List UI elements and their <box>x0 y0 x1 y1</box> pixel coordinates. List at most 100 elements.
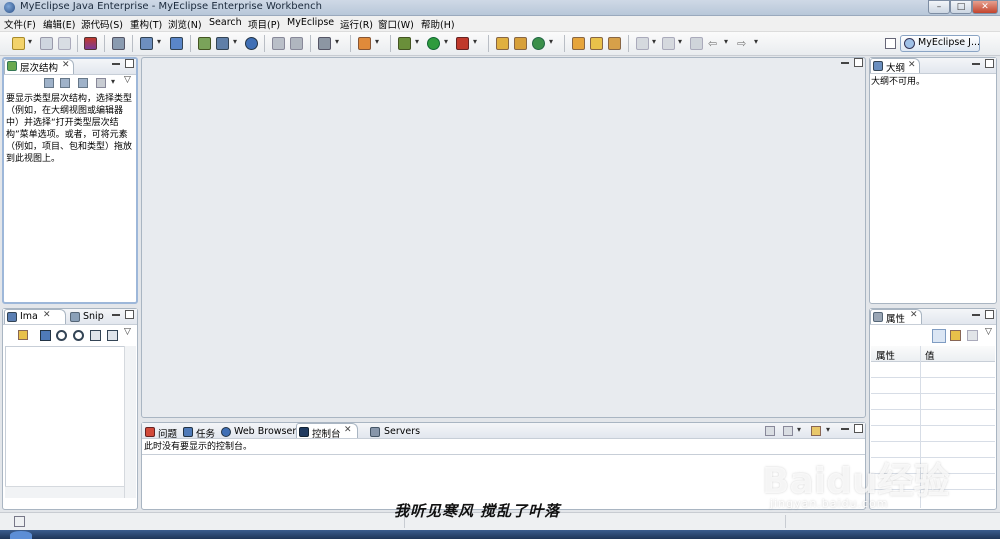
minimize-editor-icon[interactable] <box>841 62 849 64</box>
ant-icon[interactable] <box>358 37 371 50</box>
minimize-view-icon[interactable] <box>112 314 120 316</box>
maximize-view-icon[interactable] <box>985 59 994 68</box>
menu-search[interactable]: Search <box>209 17 242 28</box>
menu-edit[interactable]: 编辑(E) <box>43 17 75 31</box>
restore-default-icon[interactable] <box>967 330 978 341</box>
server-icon[interactable] <box>170 37 183 50</box>
menu-file[interactable]: 文件(F) <box>4 17 36 31</box>
print-icon[interactable] <box>112 37 125 50</box>
new-project-icon[interactable] <box>496 37 509 50</box>
new-class-icon[interactable] <box>532 37 545 50</box>
dropdown-icon[interactable]: ▾ <box>652 37 656 46</box>
close-icon[interactable]: ✕ <box>62 60 70 70</box>
view-menu-icon[interactable]: ▽ <box>124 75 131 85</box>
dropdown-icon[interactable]: ▾ <box>754 37 758 46</box>
deploy-icon[interactable] <box>198 37 211 50</box>
dropdown-icon[interactable]: ▾ <box>724 37 728 46</box>
maximize-view-icon[interactable] <box>854 424 863 433</box>
fast-view-icon[interactable] <box>14 516 25 527</box>
new-dropdown-icon[interactable]: ▾ <box>28 37 32 46</box>
menu-navigate[interactable]: 浏览(N) <box>168 17 202 31</box>
start-orb-icon[interactable] <box>10 531 32 539</box>
image-canvas[interactable] <box>5 346 136 498</box>
dropdown-icon[interactable]: ▾ <box>797 425 801 434</box>
new-icon[interactable] <box>12 37 25 50</box>
minimize-view-icon[interactable] <box>112 63 120 65</box>
minimize-view-icon[interactable] <box>972 314 980 316</box>
menu-myeclipse[interactable]: MyEclipse <box>287 17 334 28</box>
properties-column-value[interactable]: 值 <box>925 348 935 362</box>
search-folder-icon[interactable] <box>608 37 621 50</box>
maximize-view-icon[interactable] <box>125 59 134 68</box>
horizontal-scrollbar[interactable] <box>5 486 124 498</box>
history-icon[interactable] <box>96 78 106 88</box>
minimize-view-icon[interactable] <box>972 63 980 65</box>
open-type-icon[interactable] <box>272 37 285 50</box>
open-folder-icon[interactable] <box>572 37 585 50</box>
supertype-hierarchy-icon[interactable] <box>60 78 70 88</box>
dropdown-icon[interactable]: ▾ <box>549 37 553 46</box>
save-all-icon[interactable] <box>58 37 71 50</box>
editor-area[interactable] <box>141 57 866 418</box>
run-server-icon[interactable] <box>216 37 229 50</box>
zoom-in-icon[interactable] <box>73 330 84 341</box>
dropdown-icon[interactable]: ▾ <box>473 37 477 46</box>
annotation-icon[interactable] <box>636 37 649 50</box>
forward-arrow-icon[interactable]: ⇨ <box>737 37 746 50</box>
close-icon[interactable]: ✕ <box>43 310 51 320</box>
dropdown-icon[interactable]: ▾ <box>678 37 682 46</box>
close-icon[interactable]: ✕ <box>910 310 918 320</box>
maximize-view-icon[interactable] <box>985 310 994 319</box>
menu-window[interactable]: 窗口(W) <box>378 17 414 31</box>
dropdown-icon[interactable]: ▾ <box>111 77 115 86</box>
properties-column-property[interactable]: 属性 <box>876 348 895 362</box>
menu-project[interactable]: 项目(P) <box>248 17 280 31</box>
next-annotation-icon[interactable] <box>662 37 675 50</box>
dropdown-icon[interactable]: ▾ <box>375 37 379 46</box>
globe-icon[interactable] <box>245 37 258 50</box>
dropdown-icon[interactable]: ▾ <box>444 37 448 46</box>
menu-source[interactable]: 源代码(S) <box>81 17 123 31</box>
maximize-editor-icon[interactable] <box>854 58 863 67</box>
dropdown-icon[interactable]: ▾ <box>415 37 419 46</box>
categories-toggle-icon[interactable] <box>932 329 946 343</box>
pencil-icon[interactable] <box>590 37 603 50</box>
open-resource-icon[interactable] <box>290 37 303 50</box>
zoom-out-icon[interactable] <box>56 330 67 341</box>
image-open-icon[interactable] <box>40 330 51 341</box>
pin-console-icon[interactable] <box>765 426 775 436</box>
menu-help[interactable]: 帮助(H) <box>421 17 455 31</box>
actual-size-icon[interactable] <box>107 330 118 341</box>
close-icon[interactable]: ✕ <box>908 60 916 70</box>
tool-icon[interactable] <box>18 330 28 340</box>
debug-config-icon[interactable] <box>140 37 153 50</box>
dropdown-icon[interactable]: ▾ <box>335 37 339 46</box>
maximize-button[interactable]: □ <box>950 0 972 14</box>
vertical-scrollbar[interactable] <box>124 346 136 498</box>
dropdown-icon[interactable]: ▾ <box>826 425 830 434</box>
display-console-icon[interactable] <box>783 426 793 436</box>
menu-refactor[interactable]: 重构(T) <box>130 17 162 31</box>
debug-icon[interactable] <box>398 37 411 50</box>
last-edit-icon[interactable] <box>690 37 703 50</box>
package-icon[interactable] <box>84 37 97 50</box>
maximize-view-icon[interactable] <box>125 310 134 319</box>
minimize-button[interactable]: – <box>928 0 950 14</box>
menu-run[interactable]: 运行(R) <box>340 17 373 31</box>
open-perspective-icon[interactable] <box>885 38 896 49</box>
image-icon[interactable] <box>318 37 331 50</box>
advanced-properties-icon[interactable] <box>950 330 961 341</box>
external-tools-icon[interactable] <box>456 37 469 50</box>
save-icon[interactable] <box>40 37 53 50</box>
run-icon[interactable] <box>427 37 440 50</box>
view-menu-icon[interactable]: ▽ <box>124 327 131 337</box>
new-package-icon[interactable] <box>514 37 527 50</box>
fit-icon[interactable] <box>90 330 101 341</box>
subtype-hierarchy-icon[interactable] <box>78 78 88 88</box>
type-hierarchy-icon[interactable] <box>44 78 54 88</box>
dropdown-icon[interactable]: ▾ <box>157 37 161 46</box>
dropdown-icon[interactable]: ▾ <box>233 37 237 46</box>
open-console-icon[interactable] <box>811 426 821 436</box>
close-button[interactable]: ✕ <box>972 0 998 14</box>
minimize-view-icon[interactable] <box>841 428 849 430</box>
